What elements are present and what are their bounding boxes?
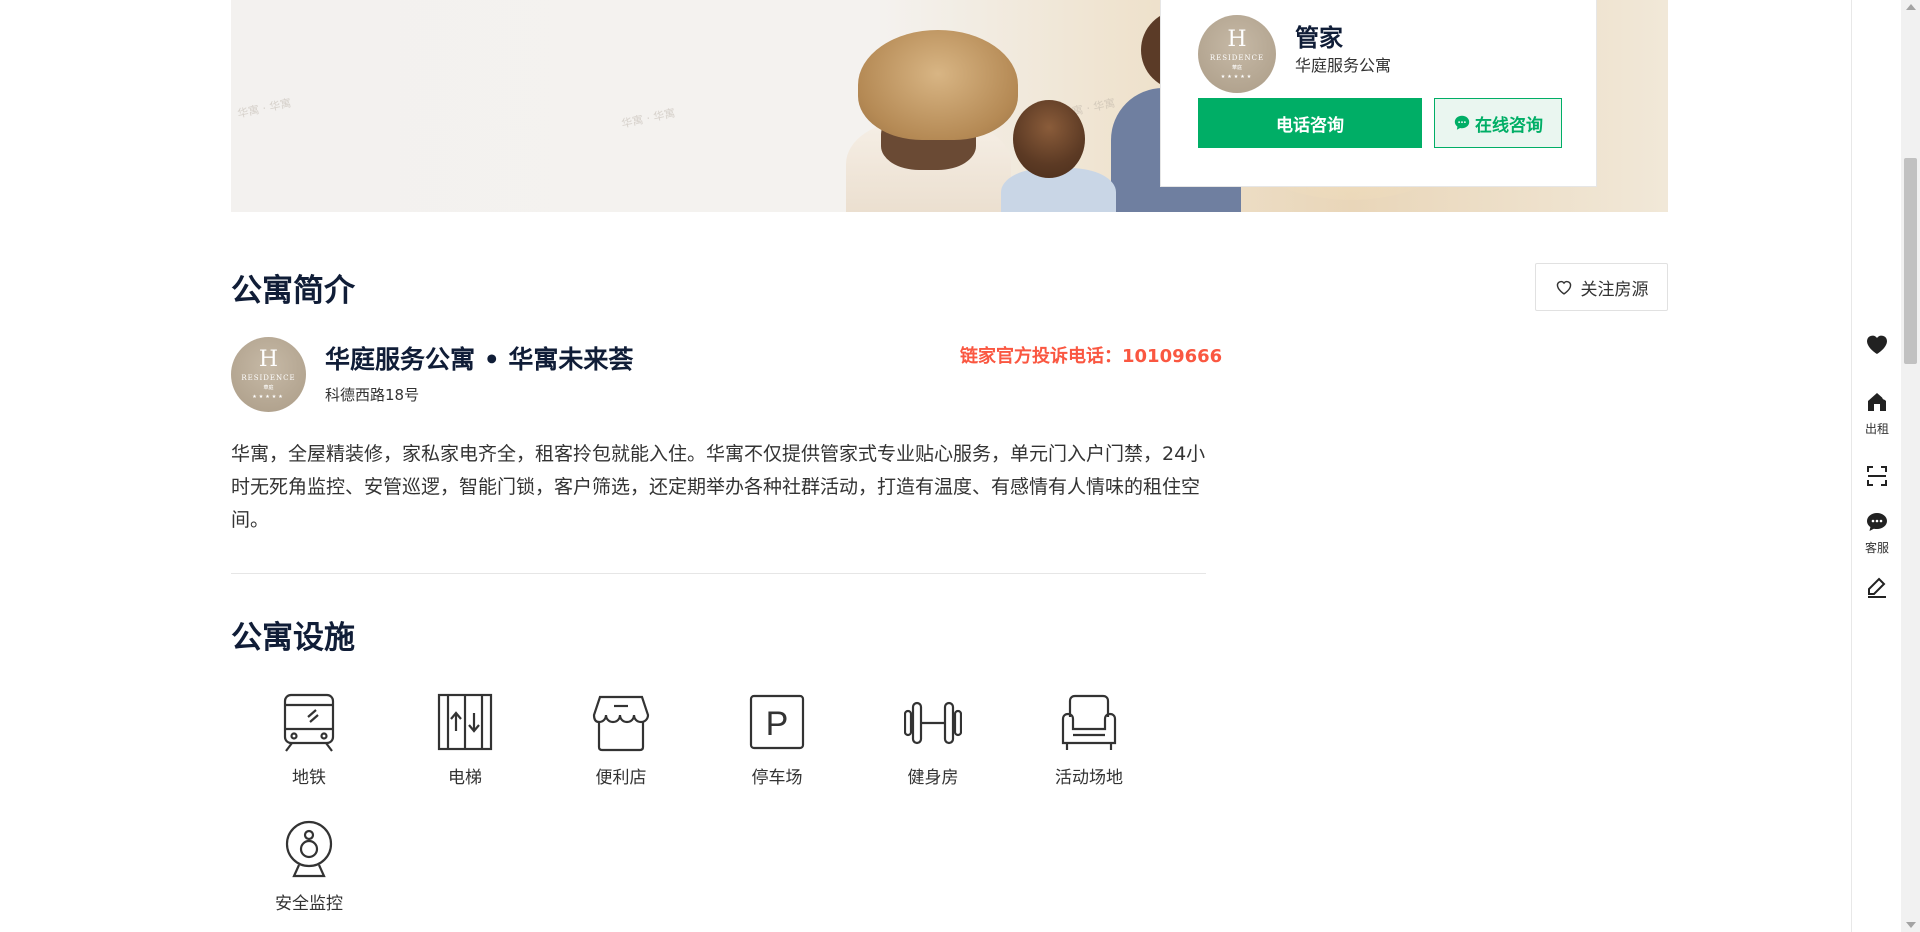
logo-brand: RESIDENCE xyxy=(241,374,296,382)
logo-sub: 華庭 xyxy=(263,385,274,391)
svg-text:¥: ¥ xyxy=(1882,395,1886,402)
hero-watermark: 华寓 · 华寓 xyxy=(236,96,293,121)
facility-parking: P 停车场 xyxy=(717,693,837,788)
agent-company: 华庭服务公寓 xyxy=(1295,56,1392,75)
logo-stars: ★★★★★ xyxy=(1220,73,1254,80)
follow-listing-button[interactable]: 关注房源 xyxy=(1535,263,1668,311)
scan-button[interactable] xyxy=(1852,464,1902,492)
hero-boy-head xyxy=(1013,100,1085,178)
rent-out-label: 出租 xyxy=(1864,422,1889,436)
parking-icon: P xyxy=(749,694,805,750)
agent-avatar: H RESIDENCE 華庭 ★★★★★ xyxy=(1198,15,1276,93)
customer-service-button[interactable]: 客服 xyxy=(1852,511,1902,556)
facility-store: 便利店 xyxy=(561,693,681,788)
facility-label: 地铁 xyxy=(292,768,326,788)
chat-bubble-icon xyxy=(1454,115,1470,130)
hero-watermark: 华寓 · 华寓 xyxy=(620,106,677,131)
feedback-button[interactable] xyxy=(1852,575,1902,603)
facility-label: 便利店 xyxy=(595,768,647,788)
rent-out-button[interactable]: ¥ 出租 xyxy=(1852,390,1902,437)
side-toolbar: ¥ 出租 客服 xyxy=(1851,0,1901,932)
online-consult-button[interactable]: 在线咨询 xyxy=(1434,98,1562,148)
elevator-icon xyxy=(437,693,493,751)
scroll-down-arrow-icon[interactable] xyxy=(1906,922,1916,928)
edit-icon xyxy=(1868,577,1886,598)
apartment-address: 科德西路18号 xyxy=(325,386,420,404)
logo-sub: 華庭 xyxy=(1231,64,1242,71)
apartment-description: 华寓，全屋精装修，家私家电齐全，租客拎包就能入住。华寓不仅提供管家式专业贴心服务… xyxy=(231,443,1206,531)
scroll-up-arrow-icon[interactable] xyxy=(1906,4,1916,10)
scrollbar[interactable] xyxy=(1901,0,1920,932)
facility-label: 停车场 xyxy=(751,768,803,788)
follow-listing-label: 关注房源 xyxy=(1580,279,1649,299)
svg-text:P: P xyxy=(766,705,789,743)
scrollbar-thumb[interactable] xyxy=(1904,158,1917,364)
facility-label: 健身房 xyxy=(907,768,959,788)
agent-name: 管家 xyxy=(1295,24,1343,52)
heart-icon xyxy=(1867,335,1887,354)
facility-label: 活动场地 xyxy=(1055,768,1123,788)
hero-straw-hat xyxy=(858,30,1018,140)
facility-label: 安全监控 xyxy=(275,894,343,914)
logo-letter: H xyxy=(258,347,279,372)
section-title-intro: 公寓简介 xyxy=(231,273,355,309)
apartment-logo: H RESIDENCE 華庭 ★★★★★ xyxy=(231,337,306,412)
camera-icon xyxy=(285,820,333,878)
facility-activity: 活动场地 xyxy=(1029,693,1149,788)
facility-gym: 健身房 xyxy=(873,693,993,788)
agent-card: H RESIDENCE 華庭 ★★★★★ 管家 华庭服务公寓 电话咨询 在线咨询 xyxy=(1160,0,1597,187)
facility-label: 电梯 xyxy=(448,768,482,788)
online-consult-label: 在线咨询 xyxy=(1475,115,1543,135)
facility-security-camera: 安全监控 xyxy=(249,819,369,914)
store-icon xyxy=(592,695,650,752)
phone-consult-button[interactable]: 电话咨询 xyxy=(1198,98,1422,148)
scan-icon xyxy=(1867,466,1887,486)
sofa-icon xyxy=(1061,694,1117,750)
favorite-button[interactable] xyxy=(1852,333,1902,359)
subway-icon xyxy=(283,693,335,752)
logo-letter: H xyxy=(1227,26,1247,52)
gym-icon xyxy=(904,701,962,745)
section-title-facilities: 公寓设施 xyxy=(231,620,355,656)
facility-elevator: 电梯 xyxy=(405,693,525,788)
facility-subway: 地铁 xyxy=(249,693,369,788)
logo-brand: RESIDENCE xyxy=(1209,53,1265,62)
house-icon: ¥ xyxy=(1868,393,1886,411)
apartment-name: 华庭服务公寓 • 华寓未来荟 xyxy=(325,345,634,374)
logo-stars: ★★★★★ xyxy=(252,394,285,400)
section-divider xyxy=(231,573,1206,574)
customer-service-label: 客服 xyxy=(1864,541,1889,555)
complaint-hotline: 链家官方投诉电话：10109666 xyxy=(960,346,1223,367)
chat-icon xyxy=(1867,513,1887,531)
heart-outline-icon xyxy=(1556,280,1571,295)
